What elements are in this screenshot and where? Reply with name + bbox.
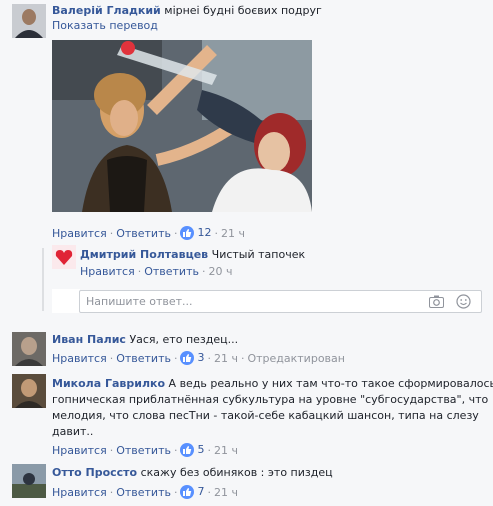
comment-actions: Нравится · Ответить · 20 ч [80,265,233,278]
like-link[interactable]: Нравится [52,352,107,365]
reply-link[interactable]: Ответить [116,352,171,365]
avatar-photo [12,332,46,366]
timestamp: 20 ч [208,265,233,278]
avatar-photo [12,4,46,38]
reply-link[interactable]: Ответить [116,227,171,240]
like-link[interactable]: Нравится [80,265,135,278]
comment-text: скажу без обиняков : это пиздец [140,466,333,479]
avatar[interactable] [52,245,76,269]
comment-line: Валерій Гладкий мірнеі будні боєвих подр… [52,4,322,18]
comment-text: мірнеі будні боєвих подруг [164,4,322,17]
comment-line: Микола Гаврилко А ведь реально у них там… [52,377,493,391]
comment-author[interactable]: Валерій Гладкий [52,4,161,17]
comment-author[interactable]: Микола Гаврилко [52,377,165,390]
comment-author[interactable]: Отто Проссто [52,466,137,479]
camera-icon[interactable] [429,295,444,311]
like-icon [180,351,195,365]
comment-text-line: давит.. [52,425,94,438]
comment-text: Чистый тапочек [211,248,306,261]
avatar-photo [12,374,46,408]
reaction-count[interactable]: 5 [180,443,204,457]
reaction-count[interactable]: 7 [180,485,204,499]
comment-actions: Нравится · Ответить · 12 · 21 ч [52,226,245,240]
comment-text-line: мелодия, что слова песТни - такой-себе к… [52,409,479,422]
comment-actions: Нравится · Ответить · 3 · 21 ч · Отредактирован [52,351,345,365]
timestamp: 21 ч [213,444,238,457]
comment-text: Уася, ето пездец... [129,333,239,346]
comment-photo[interactable] [52,40,312,212]
photo-image [52,40,312,212]
reply-box [79,290,482,313]
emoji-icon[interactable] [456,294,471,312]
reply-link[interactable]: Ответить [116,486,171,499]
reply-input[interactable] [86,295,406,308]
comment-actions: Нравится · Ответить · 5 · 21 ч [52,443,238,457]
reply-link[interactable]: Ответить [116,444,171,457]
avatar[interactable] [12,4,46,38]
like-icon [180,226,195,240]
reaction-count[interactable]: 12 [180,226,211,240]
comment-line: Отто Проссто скажу без обиняков : это пи… [52,466,333,480]
comment-line: Иван Палис Уася, ето пездец... [52,333,238,347]
comment-line: Дмитрий Полтавцев Чистый тапочек [80,248,305,262]
comment-actions: Нравится · Ответить · 7 · 21 ч [52,485,238,499]
avatar-photo [52,245,76,269]
comment-text-line: гопническая приблатнённая субкультура на… [52,393,489,406]
reaction-count[interactable]: 3 [180,351,204,365]
comment-author[interactable]: Дмитрий Полтавцев [80,248,208,261]
timestamp: 21 ч [220,227,245,240]
like-icon [180,443,195,457]
timestamp: 21 ч [213,486,238,499]
timestamp: 21 ч [213,352,238,365]
avatar[interactable] [12,464,46,498]
like-link[interactable]: Нравится [52,444,107,457]
comment-author[interactable]: Иван Палис [52,333,126,346]
translate-link[interactable]: Показать перевод [52,19,158,33]
reply-link[interactable]: Ответить [144,265,199,278]
avatar-photo [12,464,46,498]
like-link[interactable]: Нравится [52,486,107,499]
comment-text: А ведь реально у них там что-то такое сф… [168,377,493,390]
avatar[interactable] [12,332,46,366]
current-user-avatar [52,289,80,313]
like-link[interactable]: Нравится [52,227,107,240]
like-icon [180,485,195,499]
avatar[interactable] [12,374,46,408]
edited-label[interactable]: Отредактирован [247,352,345,365]
thread-divider [42,248,44,311]
